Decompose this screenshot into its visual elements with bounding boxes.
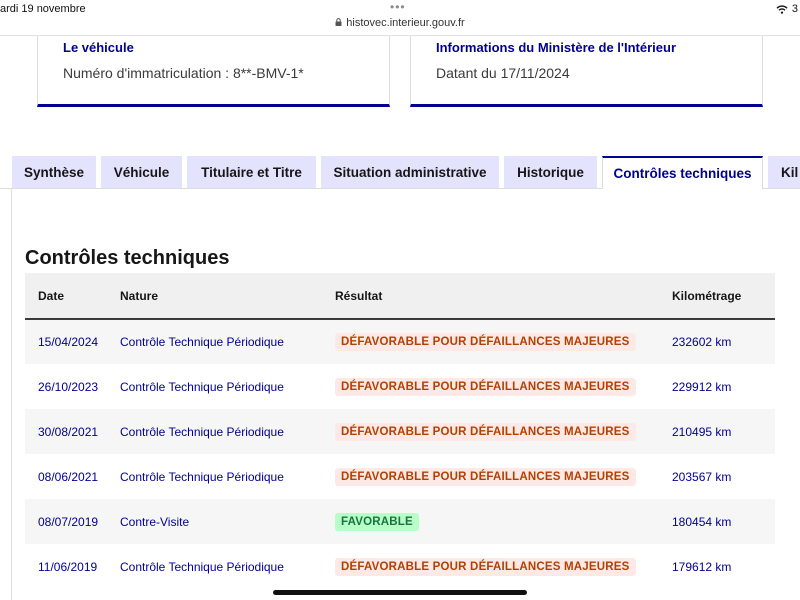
table-row: 11/06/2019 Contrôle Technique Périodique… [25,544,775,589]
address-bar[interactable]: histovec.interieur.gouv.fr [0,17,800,29]
row-date: 08/07/2019 [38,514,99,529]
ministry-info-card: Informations du Ministère de l'Intérieur… [410,36,763,107]
ministry-card-title: Informations du Ministère de l'Intérieur [436,40,677,55]
header-result: Résultat [335,288,383,303]
row-mileage: 232602 km [672,335,732,349]
tab-controles-techniques[interactable]: Contrôles techniques [602,156,763,189]
row-nature: Contrôle Technique Périodique [120,559,284,574]
tab-synthese[interactable]: Synthèse [12,156,96,188]
row-mileage: 180454 km [672,514,732,529]
row-date: 15/04/2024 [38,335,99,349]
battery-percent: 3 [791,3,798,15]
tab-historique[interactable]: Historique [504,156,597,188]
tab-kilometrage[interactable]: Kil [768,156,800,188]
table-row: 26/10/2023 Contrôle Technique Périodique… [25,364,775,409]
header-date: Date [38,288,65,303]
table-row: 08/07/2019 Contre-Visite FAVORABLE 18045… [25,499,775,544]
table-header-row: Date Nature Résultat Kilométrage [25,273,775,319]
table-row: 08/06/2021 Contrôle Technique Périodique… [25,454,775,499]
result-badge: DÉFAVORABLE POUR DÉFAILLANCES MAJEURES [335,422,636,441]
result-badge: DÉFAVORABLE POUR DÉFAILLANCES MAJEURES [335,377,636,396]
row-nature: Contre-Visite [120,514,190,529]
row-mileage: 229912 km [672,379,732,394]
result-badge: DÉFAVORABLE POUR DÉFAILLANCES MAJEURES [335,557,636,576]
row-mileage: 203567 km [672,469,732,484]
row-nature: Contrôle Technique Périodique [120,469,284,484]
vehicle-card: Le véhicule Numéro d'immatriculation : 8… [37,36,390,107]
lock-icon [335,18,342,26]
row-date: 08/06/2021 [38,469,99,484]
row-nature: Contrôle Technique Périodique [120,424,284,439]
row-date: 26/10/2023 [38,379,99,394]
row-date: 11/06/2019 [38,559,98,574]
section-title: Contrôles techniques [25,247,230,269]
row-date: 30/08/2021 [38,424,99,439]
result-badge: DÉFAVORABLE POUR DÉFAILLANCES MAJEURES [335,333,636,351]
row-mileage: 179612 km [672,559,732,574]
header-mileage: Kilométrage [672,288,742,303]
status-date: ardi 19 novembre [0,3,86,15]
row-mileage: 210495 km [672,424,732,439]
tab-titulaire-titre[interactable]: Titulaire et Titre [187,156,316,188]
more-dots-icon[interactable]: ••• [390,0,406,14]
tab-situation-administrative[interactable]: Situation administrative [321,156,499,188]
row-nature: Contrôle Technique Périodique [120,379,284,394]
status-bar: ardi 19 novembre ••• histovec.interieur.… [0,0,800,36]
tab-list: Synthèse Véhicule Titulaire et Titre Sit… [0,156,800,189]
row-nature: Contrôle Technique Périodique [120,335,284,349]
table-row: 15/04/2024 Contrôle Technique Périodique… [25,319,775,364]
tab-vehicule[interactable]: Véhicule [101,156,182,188]
result-badge: FAVORABLE [335,512,419,531]
data-date: Datant du 17/11/2024 [436,65,570,81]
registration-number: Numéro d'immatriculation : 8**-BMV-1* [63,65,304,81]
url-text: histovec.interieur.gouv.fr [346,17,465,29]
technical-inspections-table: Date Nature Résultat Kilométrage 15/04/2… [25,273,775,589]
wifi-icon [776,4,788,14]
home-indicator[interactable] [273,590,527,595]
status-right: 3 [776,3,798,15]
result-badge: DÉFAVORABLE POUR DÉFAILLANCES MAJEURES [335,467,636,486]
vehicle-card-title: Le véhicule [63,40,134,55]
header-nature: Nature [120,288,159,303]
table-row: 30/08/2021 Contrôle Technique Périodique… [25,409,775,454]
